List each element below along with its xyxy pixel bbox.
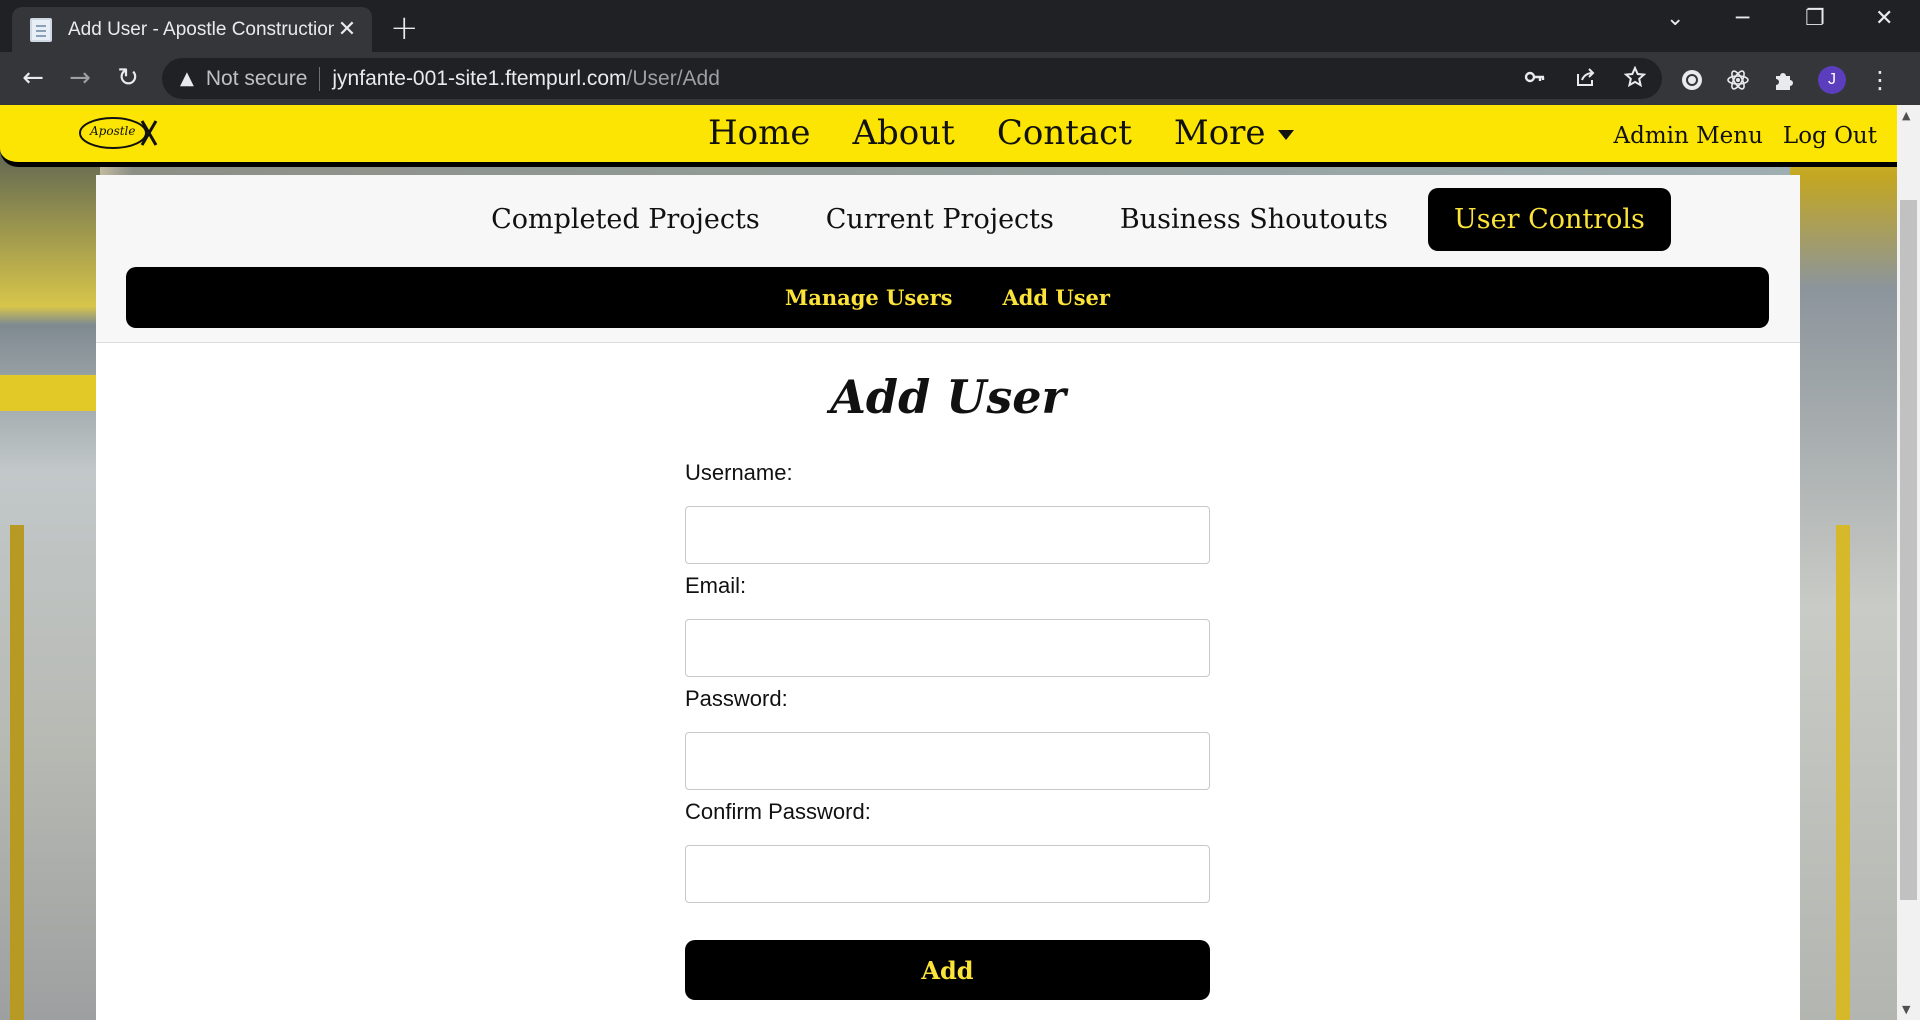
tab-search-icon[interactable]: ⌄ [1666, 6, 1684, 31]
scroll-up-icon[interactable]: ▲ [1902, 109, 1910, 122]
content-panel: Completed Projects Current Projects Busi… [96, 175, 1800, 1020]
warning-icon[interactable]: ▲ [180, 68, 194, 89]
admin-header: Completed Projects Current Projects Busi… [96, 175, 1800, 343]
url-host: jynfante-001-site1.ftempurl.com [332, 66, 627, 90]
user-controls-bar: Manage Users Add User [126, 267, 1769, 328]
nav-more-dropdown[interactable]: More [1174, 113, 1294, 153]
site-navbar: Apostle Home About Contact More Admin Me… [0, 105, 1897, 167]
profile-avatar[interactable]: J [1818, 66, 1846, 94]
tab-current-projects[interactable]: Current Projects [800, 188, 1080, 251]
password-input[interactable] [685, 732, 1210, 790]
minimize-icon[interactable]: ─ [1736, 6, 1749, 31]
close-tab-icon[interactable]: ✕ [334, 17, 360, 42]
page-title: Add User [830, 370, 1066, 424]
manage-users-link[interactable]: Manage Users [785, 285, 952, 310]
react-icon[interactable] [1726, 68, 1750, 92]
main-nav: Home About Contact More [708, 113, 1294, 153]
scroll-down-icon[interactable]: ▼ [1902, 1003, 1910, 1016]
browser-tabstrip: Add User - Apostle Construction ✕ + ⌄ ─ … [0, 0, 1920, 52]
tab-business-shoutouts[interactable]: Business Shoutouts [1094, 188, 1414, 251]
admin-sub-nav: Completed Projects Current Projects Busi… [96, 188, 1800, 251]
confirm-password-input[interactable] [685, 845, 1210, 903]
browser-toolbar: ← → ↻ ▲ Not secure jynfante-001-site1.ft… [0, 52, 1920, 105]
forward-icon[interactable]: → [65, 63, 95, 93]
browser-menu-icon[interactable]: ⋮ [1868, 66, 1892, 94]
restore-icon[interactable]: ❐ [1805, 6, 1825, 31]
page-favicon-icon [30, 17, 52, 42]
logo-text: Apostle [89, 124, 136, 138]
username-label: Username: [685, 460, 793, 485]
add-user-link[interactable]: Add User [1002, 285, 1110, 310]
confirm-password-label: Confirm Password: [685, 799, 871, 824]
page-viewport: Apostle Home About Contact More Admin Me… [0, 105, 1897, 1020]
admin-menu-link[interactable]: Admin Menu [1614, 123, 1763, 149]
key-icon[interactable] [1524, 66, 1546, 88]
address-bar[interactable]: ▲ Not secure jynfante-001-site1.ftempurl… [162, 58, 1662, 99]
nav-home[interactable]: Home [708, 113, 810, 153]
new-tab-button[interactable]: + [390, 8, 419, 48]
back-icon[interactable]: ← [18, 63, 48, 93]
add-button[interactable]: Add [685, 940, 1210, 1000]
omnibox-actions [1524, 66, 1646, 88]
apostle-logo[interactable]: Apostle [76, 113, 158, 153]
puzzle-icon[interactable] [1772, 68, 1796, 92]
account-nav: Admin Menu Log Out [1614, 123, 1878, 149]
nav-about[interactable]: About [852, 113, 954, 153]
close-window-icon[interactable]: ✕ [1875, 6, 1893, 31]
tab-completed-projects[interactable]: Completed Projects [465, 188, 786, 251]
add-user-form: Username: Email: Password: Confirm Passw… [685, 460, 1210, 1000]
log-out-link[interactable]: Log Out [1783, 123, 1877, 149]
nav-contact[interactable]: Contact [997, 113, 1132, 153]
url-path: /User/Add [626, 66, 720, 90]
email-label: Email: [685, 573, 747, 598]
omnibox-divider [319, 66, 321, 91]
scroll-thumb[interactable] [1900, 200, 1917, 900]
security-status[interactable]: Not secure [206, 67, 308, 91]
extension-a-icon[interactable] [1680, 68, 1704, 92]
tab-title: Add User - Apostle Construction [68, 18, 334, 40]
username-input[interactable] [685, 506, 1210, 564]
background-post [10, 525, 24, 1020]
extension-tray: J ⋮ [1680, 66, 1892, 94]
reload-icon[interactable]: ↻ [113, 63, 143, 93]
caret-down-icon [1277, 130, 1294, 140]
star-icon[interactable] [1624, 66, 1646, 88]
nav-more-label: More [1173, 113, 1266, 153]
email-input[interactable] [685, 619, 1210, 677]
background-beam [0, 375, 100, 411]
password-label: Password: [685, 686, 788, 711]
background-post-right [1836, 525, 1850, 1020]
page-scrollbar[interactable]: ▲ ▼ [1897, 105, 1920, 1020]
browser-tab[interactable]: Add User - Apostle Construction ✕ [12, 7, 372, 52]
share-icon[interactable] [1574, 66, 1596, 88]
tab-user-controls[interactable]: User Controls [1428, 188, 1671, 251]
